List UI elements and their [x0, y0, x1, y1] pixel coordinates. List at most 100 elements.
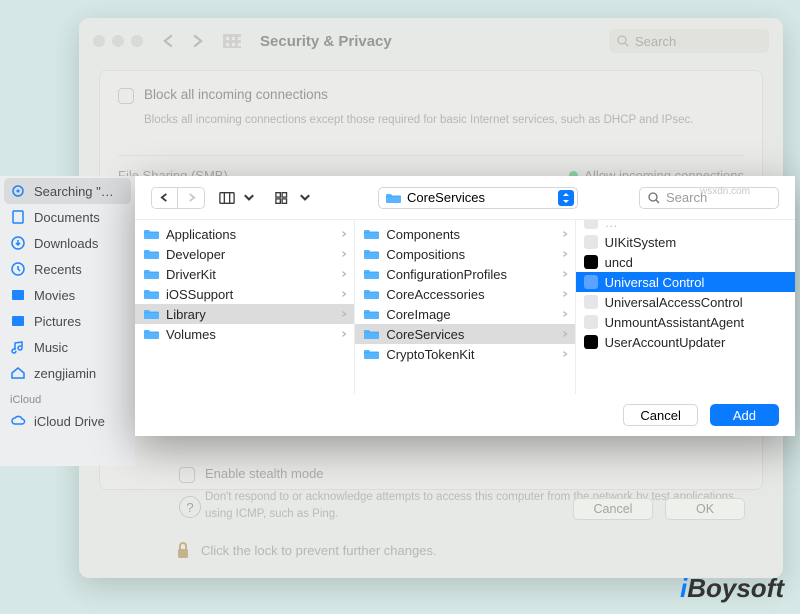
sidebar-item-label: Recents [34, 262, 82, 277]
list-item[interactable]: UniversalAccessControl [576, 292, 795, 312]
list-item[interactable]: UserAccountUpdater [576, 332, 795, 352]
prefs-search: Search [609, 29, 769, 53]
sidebar-item-searching[interactable]: Searching "… [4, 178, 131, 204]
group-button[interactable] [271, 187, 317, 209]
block-connections-desc: Blocks all incoming connections except t… [118, 112, 744, 129]
sidebar-item-label: iCloud Drive [34, 414, 105, 429]
list-item[interactable]: CoreServices [355, 324, 574, 344]
help-button: ? [179, 496, 201, 518]
list-item[interactable]: ConfigurationProfiles [355, 264, 574, 284]
clock-icon [10, 261, 26, 277]
sidebar-item-recents[interactable]: Recents [0, 256, 135, 282]
sidebar-item-label: Documents [34, 210, 100, 225]
exec-icon [584, 335, 598, 349]
chevron-down-icon [241, 191, 257, 205]
sidebar-item-downloads[interactable]: Downloads [0, 230, 135, 256]
popup-arrows-icon [558, 190, 574, 206]
item-label: UIKitSystem [605, 235, 677, 250]
list-item[interactable]: Volumes [135, 324, 354, 344]
lock-row: Click the lock to prevent further change… [175, 540, 437, 560]
sidebar-item-home[interactable]: zengjiamin [0, 360, 135, 386]
bg-cancel-button: Cancel [573, 498, 653, 520]
chevron-down-icon [297, 191, 313, 205]
item-label: Universal Control [605, 275, 705, 290]
item-label: UserAccountUpdater [605, 335, 726, 350]
item-label: Volumes [166, 327, 216, 342]
lock-icon [175, 540, 191, 560]
app-icon [584, 275, 598, 289]
column-1: Applications Developer DriverKit iOSSupport… [135, 220, 355, 394]
list-item[interactable]: Applications [135, 224, 354, 244]
sheet-footer: Cancel Add [135, 394, 795, 436]
window-title: Security & Privacy [260, 33, 392, 50]
sidebar-item-label: Searching "… [34, 184, 114, 199]
block-connections-title: Block all incoming connections [144, 87, 328, 102]
item-label: Components [386, 227, 460, 242]
list-item[interactable]: Components [355, 224, 574, 244]
stealth-title: Enable stealth mode [205, 466, 324, 481]
item-label: ConfigurationProfiles [386, 267, 507, 282]
nav-back-forward [151, 187, 205, 209]
music-icon [10, 339, 26, 355]
sidebar-item-label: Movies [34, 288, 75, 303]
folder-icon [385, 192, 401, 204]
sidebar-item-music[interactable]: Music [0, 334, 135, 360]
download-icon [10, 235, 26, 251]
nav-back-forward [162, 34, 204, 48]
sidebar-item-pictures[interactable]: Pictures [0, 308, 135, 334]
item-label: UniversalAccessControl [605, 295, 743, 310]
traffic-light-max [131, 35, 143, 47]
view-columns-button[interactable] [215, 187, 261, 209]
item-label: CoreImage [386, 307, 450, 322]
app-icon [584, 235, 598, 249]
item-label: UnmountAssistantAgent [605, 315, 744, 330]
list-item[interactable]: Library [135, 304, 354, 324]
sidebar-item-movies[interactable]: Movies [0, 282, 135, 308]
list-item[interactable]: CoreImage [355, 304, 574, 324]
back-button[interactable] [152, 188, 178, 208]
list-item[interactable]: Compositions [355, 244, 574, 264]
item-label: iOSSupport [166, 287, 233, 302]
sidebar-section-icloud: iCloud [0, 386, 135, 408]
gear-icon [10, 183, 26, 199]
cloud-icon [10, 413, 26, 429]
finder-sidebar: Searching "… Documents Downloads Recents… [0, 176, 135, 466]
picture-icon [10, 313, 26, 329]
bg-ok-button: OK [665, 498, 745, 520]
file-picker-sheet: CoreServices Search ApplicationsDevelope… [135, 176, 795, 436]
home-icon [10, 365, 26, 381]
sidebar-item-documents[interactable]: Documents [0, 204, 135, 230]
path-popup[interactable]: CoreServices [378, 187, 578, 209]
sidebar-item-icloud-drive[interactable]: iCloud Drive [0, 408, 135, 434]
path-label: CoreServices [407, 190, 485, 205]
traffic-light-min [112, 35, 124, 47]
list-item[interactable]: Universal Control [576, 272, 795, 292]
doc-icon [10, 209, 26, 225]
item-label: DriverKit [166, 267, 216, 282]
sidebar-item-label: Music [34, 340, 68, 355]
list-item[interactable]: CryptoTokenKit [355, 344, 574, 364]
grid-icon [223, 34, 241, 48]
item-label: Developer [166, 247, 225, 262]
stealth-checkbox [179, 467, 195, 483]
list-item[interactable]: Developer [135, 244, 354, 264]
list-item[interactable]: UIKitSystem [576, 232, 795, 252]
app-icon [584, 315, 598, 329]
list-item[interactable]: uncd [576, 252, 795, 272]
search-icon [648, 192, 660, 204]
column-browser: Applications Developer DriverKit iOSSupport… [135, 220, 795, 394]
forward-button[interactable] [178, 188, 204, 208]
cancel-button[interactable]: Cancel [623, 404, 697, 426]
watermark-logo: iBoysoft [680, 573, 784, 604]
list-item[interactable]: iOSSupport [135, 284, 354, 304]
movie-icon [10, 287, 26, 303]
item-label: uncd [605, 255, 633, 270]
list-item[interactable]: … [576, 220, 795, 232]
item-label: CoreServices [386, 327, 464, 342]
exec-icon [584, 255, 598, 269]
list-item[interactable]: CoreAccessories [355, 284, 574, 304]
list-item[interactable]: DriverKit [135, 264, 354, 284]
list-item[interactable]: UnmountAssistantAgent [576, 312, 795, 332]
item-label: CryptoTokenKit [386, 347, 474, 362]
add-button[interactable]: Add [710, 404, 779, 426]
